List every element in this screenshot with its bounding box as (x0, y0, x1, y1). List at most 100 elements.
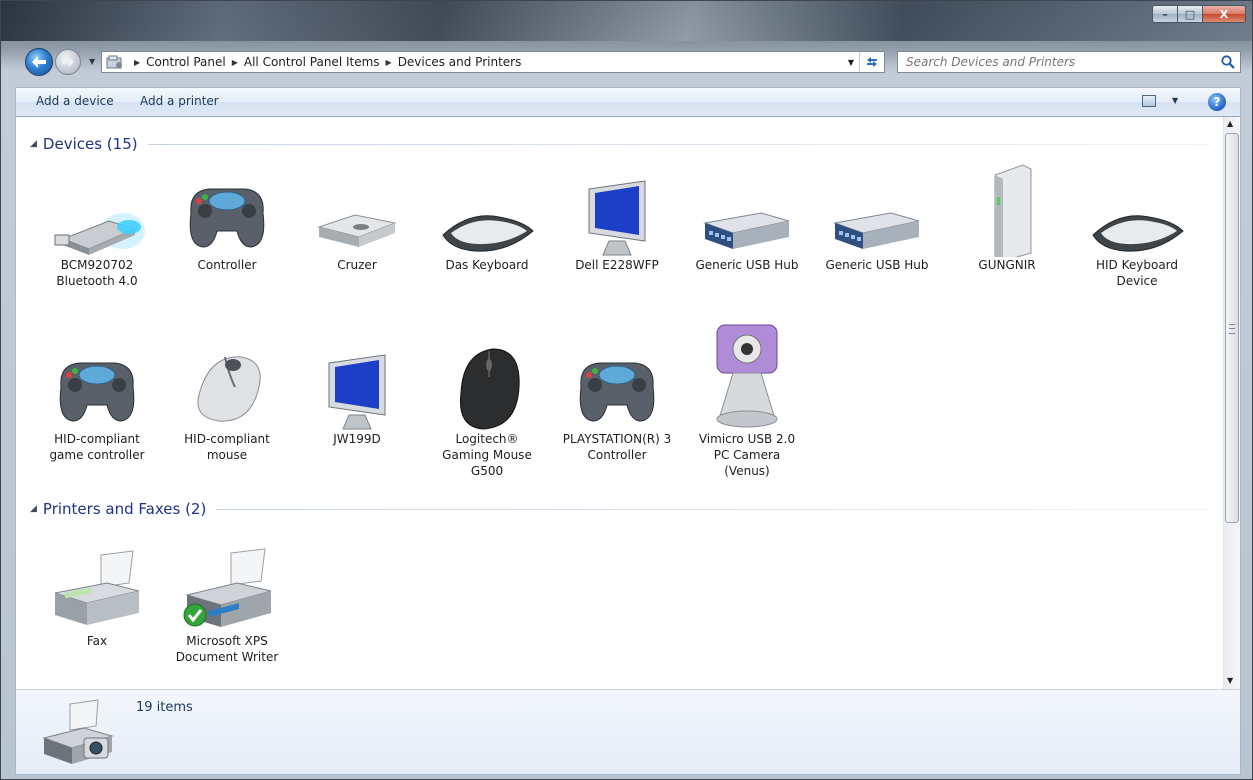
bluetooth-dongle-icon (49, 161, 145, 257)
gamepad-icon (179, 161, 275, 257)
collapse-triangle-icon[interactable]: ◢ (30, 139, 37, 149)
scroll-up-arrow-icon[interactable]: ▲ (1227, 119, 1233, 128)
device-item[interactable]: GUNGNIR (951, 161, 1063, 273)
keyboard-icon (1089, 161, 1185, 257)
printer-label: Microsoft XPS Document Writer (175, 634, 279, 664)
device-label: Vimicro USB 2.0 PC Camera (Venus) (698, 432, 796, 478)
title-bar[interactable]: – □ X (1, 1, 1252, 41)
vertical-scrollbar[interactable]: ▲ ▼ (1223, 117, 1240, 689)
webcam-icon (699, 319, 795, 431)
device-item[interactable]: HID-compliant mouse (171, 335, 283, 463)
tower-pc-icon (959, 161, 1055, 262)
address-dropdown-button[interactable]: ▼ (843, 58, 859, 67)
monitor-icon (309, 335, 405, 431)
group-divider (216, 508, 1210, 510)
scroll-thumb[interactable] (1225, 133, 1239, 523)
device-item[interactable]: HID Keyboard Device (1081, 161, 1193, 289)
usb-hub-icon (699, 161, 795, 257)
default-printer-check-icon (183, 603, 207, 630)
usb-drive-icon (309, 161, 405, 257)
mouse-icon (179, 335, 275, 431)
recent-pages-dropdown[interactable]: ▼ (89, 57, 95, 66)
change-view-icon[interactable] (1142, 95, 1156, 107)
content-pane: ◢ Devices (15) BCM920702 Bluetooth 4.0 C… (15, 117, 1241, 689)
breadcrumb-control-panel[interactable]: Control Panel (146, 55, 226, 69)
forward-button[interactable] (55, 49, 81, 75)
device-label: BCM920702 Bluetooth 4.0 (56, 258, 138, 288)
device-item[interactable]: Generic USB Hub (691, 161, 803, 273)
explorer-window: – □ X ▼ ▶ Control Panel ▶ All Control Pa… (0, 0, 1253, 780)
device-item[interactable]: BCM920702 Bluetooth 4.0 (41, 161, 153, 289)
device-item[interactable]: Das Keyboard (431, 161, 543, 273)
search-icon[interactable] (1220, 54, 1236, 70)
device-label: GUNGNIR (978, 258, 1036, 272)
back-arrow-icon (32, 56, 46, 68)
refresh-icon (867, 57, 877, 67)
keyboard-icon (439, 161, 535, 257)
search-input[interactable] (904, 52, 1208, 72)
device-label: Dell E228WFP (575, 258, 659, 272)
breadcrumb-devices-and-printers[interactable]: Devices and Printers (398, 55, 522, 69)
scroll-grip-icon (1229, 324, 1235, 334)
command-bar: Add a device Add a printer ▼ ? (15, 87, 1241, 117)
navigation-bar: ▼ ▶ Control Panel ▶ All Control Panel It… (1, 47, 1252, 77)
device-item[interactable]: Generic USB Hub (821, 161, 933, 273)
forward-arrow-icon (62, 56, 74, 68)
breadcrumb-all-items[interactable]: All Control Panel Items (244, 55, 380, 69)
printer-item[interactable]: Microsoft XPS Document Writer (171, 537, 283, 665)
printers-group-title: Printers and Faxes (2) (42, 500, 207, 518)
device-item[interactable]: Controller (171, 161, 283, 273)
printer-item[interactable]: Fax (41, 537, 153, 649)
gamepad-icon (569, 335, 665, 431)
item-count: 19 items (136, 700, 193, 715)
usb-hub-icon (829, 161, 925, 257)
add-printer-button[interactable]: Add a printer (140, 94, 219, 108)
device-label: Logitech® Gaming Mouse G500 (442, 432, 532, 478)
printer-label: Fax (86, 634, 108, 648)
device-item[interactable]: PLAYSTATION(R) 3 Controller (561, 335, 673, 463)
group-divider (147, 143, 1210, 145)
chevron-right-icon[interactable]: ▶ (386, 58, 392, 67)
devices-and-printers-icon (40, 698, 120, 768)
caption-buttons: – □ X (1152, 5, 1246, 23)
fax-icon (49, 537, 145, 633)
device-label: JW199D (333, 432, 381, 446)
refresh-button[interactable] (859, 52, 884, 72)
add-device-button[interactable]: Add a device (36, 94, 114, 108)
device-item[interactable]: Logitech® Gaming Mouse G500 (431, 335, 543, 479)
device-item[interactable]: JW199D (301, 335, 413, 447)
printers-group-header[interactable]: ◢ Printers and Faxes (2) (30, 498, 1210, 520)
close-button[interactable]: X (1202, 5, 1246, 23)
scroll-down-arrow-icon[interactable]: ▼ (1227, 676, 1233, 685)
device-label: Cruzer (337, 258, 377, 272)
device-label: HID Keyboard Device (1095, 258, 1179, 288)
device-label: HID-compliant mouse (184, 432, 270, 462)
device-label: Generic USB Hub (825, 258, 929, 272)
devices-group-header[interactable]: ◢ Devices (15) (30, 133, 1210, 155)
devices-group-title: Devices (15) (42, 135, 138, 153)
device-item[interactable]: HID-compliant game controller (41, 335, 153, 463)
chevron-right-icon[interactable]: ▶ (232, 58, 238, 67)
device-label: Controller (197, 258, 257, 272)
gamepad-icon (49, 335, 145, 431)
address-bar[interactable]: ▶ Control Panel ▶ All Control Panel Item… (101, 51, 885, 73)
maximize-button[interactable]: □ (1177, 5, 1203, 23)
view-options-dropdown[interactable]: ▼ (1172, 96, 1178, 105)
details-pane: 19 items (15, 689, 1241, 775)
control-panel-icon (106, 55, 124, 69)
device-item[interactable]: Vimicro USB 2.0 PC Camera (Venus) (691, 319, 803, 479)
minimize-button[interactable]: – (1152, 5, 1178, 23)
back-button[interactable] (25, 48, 53, 76)
help-icon[interactable]: ? (1208, 93, 1226, 111)
gaming-mouse-icon (439, 335, 535, 431)
collapse-triangle-icon[interactable]: ◢ (30, 504, 37, 514)
device-item[interactable]: Cruzer (301, 161, 413, 273)
chevron-right-icon: ▶ (134, 57, 141, 67)
device-label: Generic USB Hub (695, 258, 799, 272)
device-label: Das Keyboard (445, 258, 529, 272)
device-item[interactable]: Dell E228WFP (561, 161, 673, 273)
monitor-icon (569, 161, 665, 257)
device-label: PLAYSTATION(R) 3 Controller (562, 432, 672, 462)
device-label: HID-compliant game controller (49, 432, 145, 462)
search-box[interactable] (897, 51, 1241, 73)
